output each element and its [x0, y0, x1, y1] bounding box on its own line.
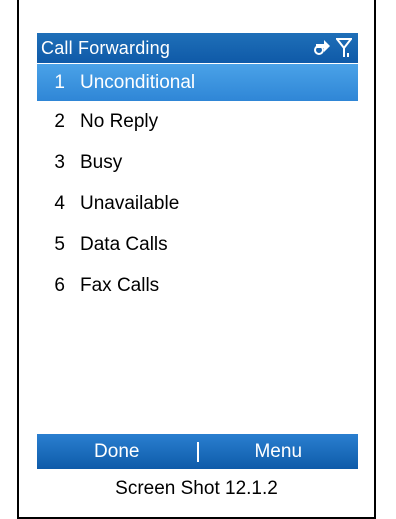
menu-item-label: No Reply: [80, 110, 159, 132]
menu-item-label: Unconditional: [80, 71, 196, 93]
menu-item-number: 6: [54, 274, 65, 296]
softkey-bar: Done Menu: [37, 434, 358, 469]
menu-item-label: Fax Calls: [80, 274, 160, 296]
menu-item-no-reply[interactable]: 2 No Reply: [37, 101, 358, 142]
menu-item-number: 5: [54, 233, 65, 255]
menu-item-label: Busy: [80, 151, 123, 173]
screen-title: Call Forwarding: [41, 37, 171, 58]
menu-item-number: 1: [54, 71, 65, 93]
menu-item-unconditional[interactable]: 1 Unconditional: [37, 64, 358, 101]
menu-item-busy[interactable]: 3 Busy: [37, 142, 358, 183]
menu-item-fax-calls[interactable]: 6 Fax Calls: [37, 265, 358, 306]
menu-item-number: 2: [54, 110, 65, 132]
menu-item-number: 3: [54, 151, 65, 173]
signal-antenna-icon: [336, 38, 352, 57]
menu-item-number: 4: [54, 192, 65, 214]
menu-item-unavailable[interactable]: 4 Unavailable: [37, 183, 358, 224]
figure-caption: Screen Shot 12.1.2: [115, 478, 278, 499]
menu-item-label: Unavailable: [80, 192, 180, 214]
menu-softkey[interactable]: Menu: [199, 441, 359, 463]
forwarding-options-list: 1 Unconditional 2 No Reply 3 Busy 4 Unav…: [37, 64, 358, 306]
menu-item-label: Data Calls: [80, 233, 168, 255]
connection-icon: [314, 40, 330, 55]
title-bar: Call Forwarding: [37, 33, 358, 63]
phone-screen: Call Forwarding 1 Unconditional 2 No Rep…: [37, 0, 358, 470]
menu-item-data-calls[interactable]: 5 Data Calls: [37, 224, 358, 265]
done-softkey[interactable]: Done: [37, 441, 197, 463]
status-icons: [312, 35, 352, 59]
